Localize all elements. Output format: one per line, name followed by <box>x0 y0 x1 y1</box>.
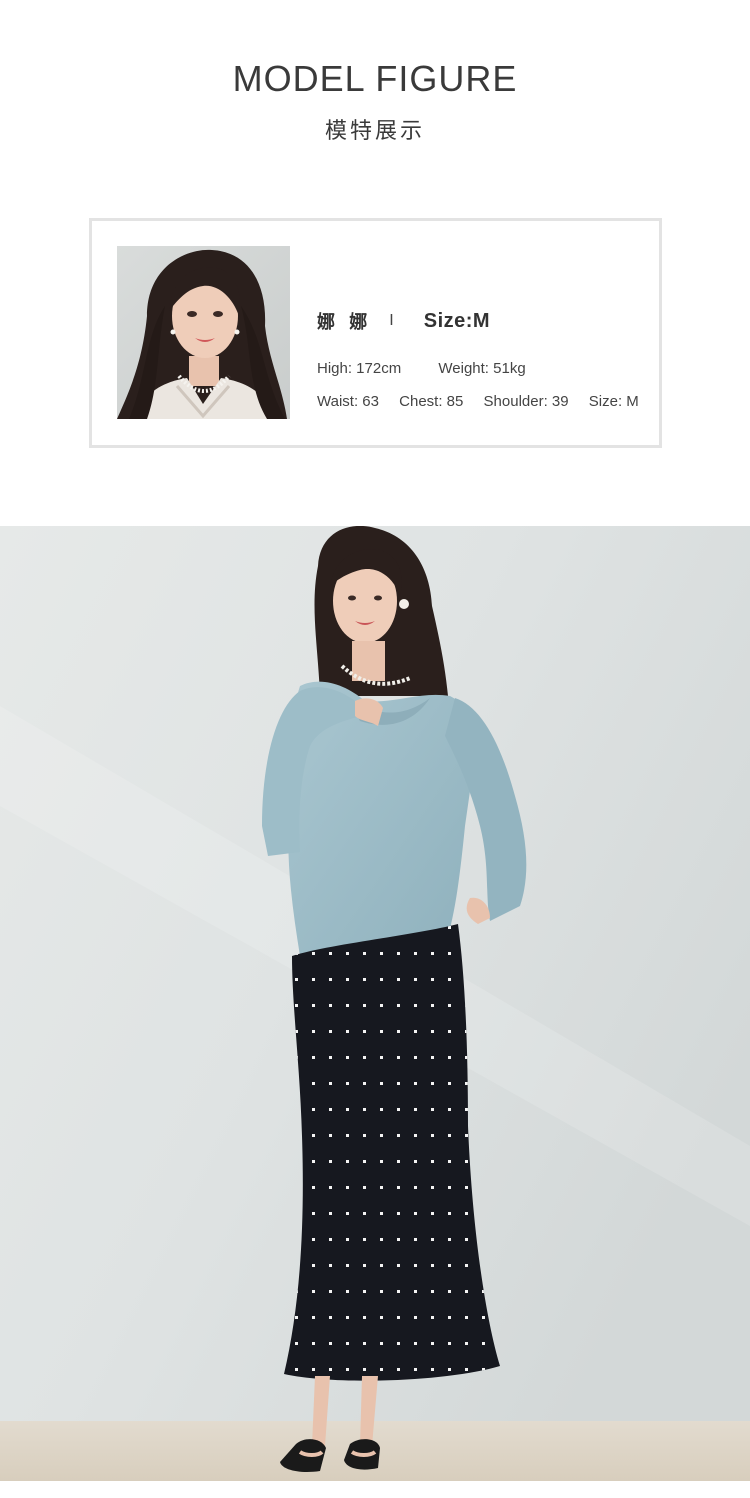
page-title: MODEL FIGURE <box>232 58 518 99</box>
shoulder-value: Shoulder: 39 <box>483 393 569 410</box>
model-name: 娜 娜 <box>317 312 372 333</box>
model-name-row: 娜 娜 I Size:M <box>317 308 490 334</box>
model-full-photo <box>0 526 750 1481</box>
model-info-card: 娜 娜 I Size:M High: 172cm Weight: 51kg Wa… <box>89 218 662 448</box>
size-value: Size: M <box>588 393 639 410</box>
page-subtitle: 模特展示 <box>324 119 425 144</box>
model-portrait <box>117 246 290 419</box>
chest-value: Chest: 85 <box>399 393 464 410</box>
name-separator: I <box>389 312 394 329</box>
size-heading: Size:M <box>423 309 491 332</box>
measurements-line-2: Waist: 63 Chest: 85 Shoulder: 39 Size: M <box>317 393 639 410</box>
weight-value: Weight: 51kg <box>438 360 526 377</box>
waist-value: Waist: 63 <box>317 393 379 410</box>
measurements-line-1: High: 172cm Weight: 51kg <box>317 360 526 377</box>
height-value: High: 172cm <box>317 360 402 377</box>
